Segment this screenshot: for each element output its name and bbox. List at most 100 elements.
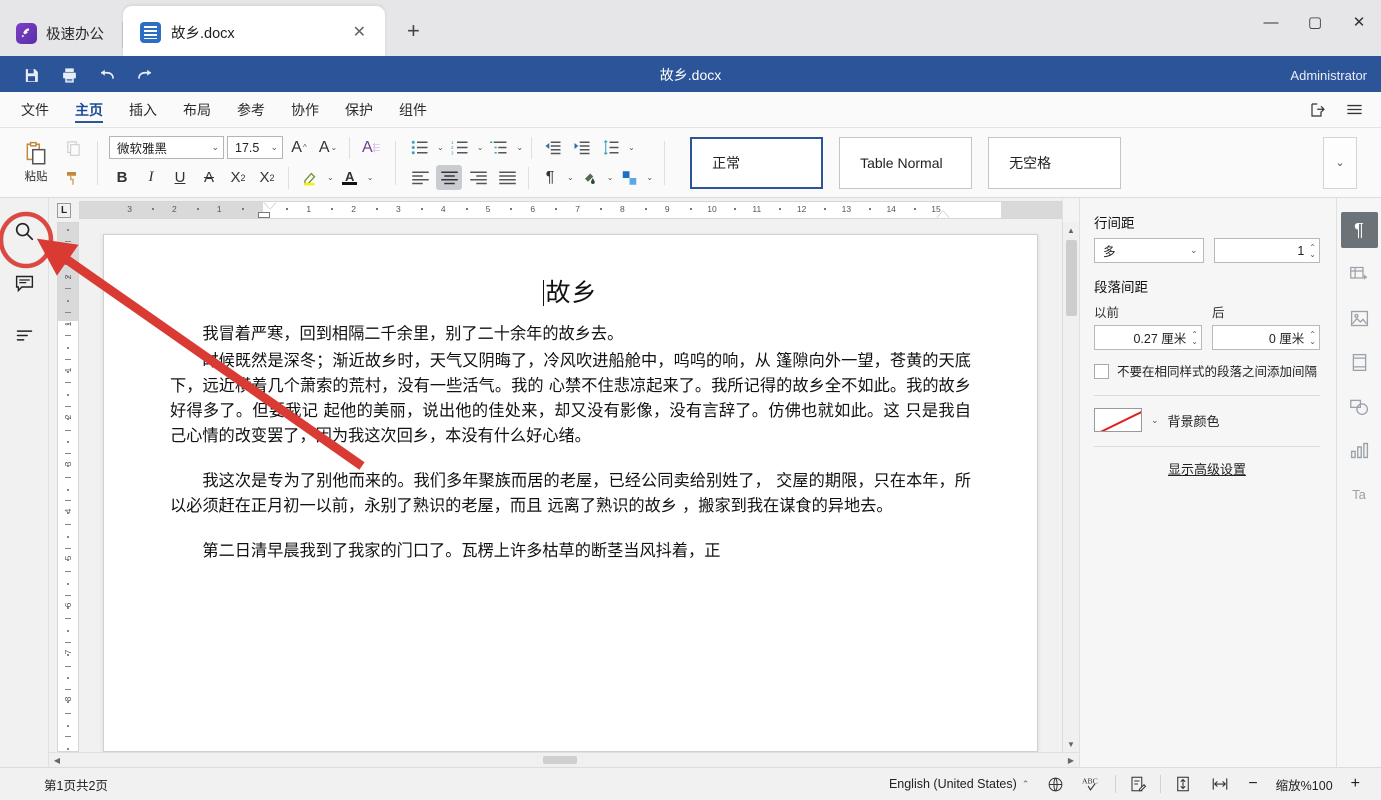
undo-icon[interactable] xyxy=(90,61,124,89)
bold-button[interactable]: B xyxy=(109,165,135,190)
close-tab-icon[interactable]: ✕ xyxy=(348,20,371,44)
spinner-arrows-icon[interactable]: ⌃ ⌄ xyxy=(1191,330,1198,345)
italic-button[interactable]: I xyxy=(138,165,164,190)
line-spacing-button[interactable] xyxy=(598,135,624,160)
spinner-arrows-icon[interactable]: ⌃ ⌄ xyxy=(1309,330,1316,345)
decrease-indent-button[interactable] xyxy=(540,135,566,160)
hanging-indent-marker[interactable] xyxy=(258,212,270,218)
style-table-normal[interactable]: Table Normal xyxy=(839,136,973,189)
zoom-out-button[interactable]: − xyxy=(1239,769,1266,799)
scroll-left-arrow-icon[interactable]: ◀ xyxy=(49,756,65,765)
multilevel-list-button[interactable] xyxy=(486,135,512,160)
first-line-indent-marker[interactable] xyxy=(264,202,276,209)
font-name-combo[interactable]: 微软雅黑 ⌄ xyxy=(109,136,224,159)
fit-width-icon[interactable] xyxy=(1201,769,1239,799)
highlight-color-button[interactable] xyxy=(297,165,323,190)
navigation-icon[interactable] xyxy=(9,320,39,350)
language-selector[interactable]: English (United States) ⌃ xyxy=(880,769,1038,799)
justify-button[interactable] xyxy=(494,165,520,190)
chevron-down-icon[interactable]: ⌄ xyxy=(567,173,574,182)
fit-page-icon[interactable] xyxy=(1165,769,1201,799)
style-no-spacing[interactable]: 无空格 xyxy=(988,136,1122,189)
subscript-button[interactable]: X2 xyxy=(254,165,280,190)
zoom-in-button[interactable]: + xyxy=(1342,769,1369,799)
maximize-button[interactable]: ▢ xyxy=(1293,0,1337,44)
document-paragraph[interactable]: 我这次是专为了别他而来的。我们多年聚族而居的老屋，已经公同卖给别姓了， 交屋的期… xyxy=(170,468,971,518)
styles-expand-button[interactable]: ⌄ xyxy=(1323,136,1357,189)
spacing-before-input[interactable]: 0.27 厘米 ⌃ ⌄ xyxy=(1094,325,1202,350)
print-icon[interactable] xyxy=(52,61,86,89)
search-icon[interactable] xyxy=(9,216,39,246)
shading-button[interactable] xyxy=(577,165,603,190)
numbered-list-button[interactable]: 123 xyxy=(447,135,473,160)
app-tab-jisu[interactable]: 极速办公 xyxy=(0,10,122,56)
bullet-list-button[interactable] xyxy=(407,135,433,160)
clear-formatting-button[interactable]: A ⬱ xyxy=(358,135,384,160)
menu-reference[interactable]: 参考 xyxy=(224,92,278,127)
user-label[interactable]: Administrator xyxy=(1290,68,1367,83)
scroll-down-arrow-icon[interactable]: ▼ xyxy=(1063,736,1080,752)
chevron-down-icon[interactable]: ⌄ xyxy=(327,173,334,182)
horizontal-ruler[interactable]: 3 2 1 1 2 3 4 5 6 7 8 9 10 11 12 13 14 15 xyxy=(79,201,1062,219)
menu-collaborate[interactable]: 协作 xyxy=(278,92,332,127)
vertical-ruler[interactable]: 2112345678 xyxy=(57,222,79,752)
chevron-down-icon[interactable]: ⌄ xyxy=(646,173,653,182)
font-size-combo[interactable]: 17.5 ⌄ xyxy=(227,136,283,159)
format-painter-icon[interactable] xyxy=(60,165,86,190)
align-right-button[interactable] xyxy=(465,165,491,190)
chevron-down-icon[interactable]: ⌄ xyxy=(367,173,374,182)
line-spacing-number-input[interactable]: 1 ⌃ ⌄ xyxy=(1213,238,1320,263)
menu-file[interactable]: 文件 xyxy=(8,92,62,127)
chevron-down-icon[interactable]: ⌄ xyxy=(516,143,523,152)
paste-button[interactable]: 粘贴 xyxy=(12,141,60,184)
menu-home[interactable]: 主页 xyxy=(62,92,116,127)
track-changes-icon[interactable] xyxy=(1120,769,1156,799)
strikethrough-button[interactable]: A xyxy=(196,165,222,190)
borders-button[interactable] xyxy=(616,165,642,190)
globe-icon[interactable] xyxy=(1038,769,1073,799)
scroll-up-arrow-icon[interactable]: ▲ xyxy=(1063,222,1080,238)
paragraph-marks-button[interactable]: ¶ xyxy=(537,165,563,190)
header-footer-icon[interactable] xyxy=(1341,344,1378,380)
table-icon[interactable] xyxy=(1341,256,1378,292)
show-advanced-settings-link[interactable]: 显示高级设置 xyxy=(1094,459,1320,478)
zoom-level-label[interactable]: 缩放%100 xyxy=(1267,769,1342,799)
share-icon[interactable] xyxy=(1301,95,1335,125)
document-paragraph[interactable]: 第二日清早晨我到了我家的门口了。瓦楞上许多枯草的断茎当风抖着，正 xyxy=(170,538,971,563)
font-color-button[interactable]: A xyxy=(337,165,363,190)
chart-icon[interactable] xyxy=(1341,432,1378,468)
chevron-down-icon[interactable]: ⌄ xyxy=(1151,415,1159,426)
spellcheck-icon[interactable]: ABC xyxy=(1073,769,1111,799)
underline-button[interactable]: U xyxy=(167,165,193,190)
chevron-down-icon[interactable]: ⌄ xyxy=(607,173,614,182)
close-window-button[interactable]: ✕ xyxy=(1337,0,1381,44)
minimize-button[interactable]: — xyxy=(1249,0,1293,44)
menu-layout[interactable]: 布局 xyxy=(170,92,224,127)
chevron-down-icon[interactable]: ⌄ xyxy=(628,143,635,152)
spinner-arrows-icon[interactable]: ⌃ ⌄ xyxy=(1309,243,1316,258)
horizontal-scrollbar[interactable]: ◀ ▶ xyxy=(49,752,1079,767)
no-spacing-checkbox[interactable] xyxy=(1094,364,1109,379)
shrink-font-button[interactable]: A ⌄ xyxy=(315,135,341,160)
new-tab-button[interactable]: + xyxy=(395,16,432,46)
document-paragraph[interactable]: 时候既然是深冬；渐近故乡时，天气又阴晦了，冷风吹进船舱中，呜呜的响，从 篷隙向外… xyxy=(170,348,971,448)
scrollbar-thumb[interactable] xyxy=(1065,240,1077,316)
chevron-down-icon[interactable]: ⌄ xyxy=(437,143,444,152)
line-spacing-select[interactable]: 多 ⌄ xyxy=(1094,238,1204,263)
scroll-right-arrow-icon[interactable]: ▶ xyxy=(1063,756,1079,765)
page-scroll-container[interactable]: 故乡 我冒着严寒，回到相隔二千余里，别了二十余年的故乡去。 时候既然是深冬；渐近… xyxy=(79,222,1062,752)
grow-font-button[interactable]: A ^ xyxy=(286,135,312,160)
align-left-button[interactable] xyxy=(407,165,433,190)
redo-icon[interactable] xyxy=(128,61,162,89)
text-art-icon[interactable]: Ta xyxy=(1341,476,1378,512)
no-spacing-same-style-row[interactable]: 不要在相同样式的段落之间添加间隔 xyxy=(1094,363,1320,381)
hscrollbar-thumb[interactable] xyxy=(543,756,578,764)
image-icon[interactable] xyxy=(1341,300,1378,336)
document-paragraph[interactable]: 我冒着严寒，回到相隔二千余里，别了二十余年的故乡去。 xyxy=(170,321,971,346)
chevron-down-icon[interactable]: ⌄ xyxy=(477,143,484,152)
hamburger-menu-icon[interactable] xyxy=(1337,95,1371,125)
menu-protect[interactable]: 保护 xyxy=(332,92,386,127)
comment-icon[interactable] xyxy=(9,268,39,298)
save-icon[interactable] xyxy=(14,61,48,89)
menu-plugins[interactable]: 组件 xyxy=(386,92,440,127)
